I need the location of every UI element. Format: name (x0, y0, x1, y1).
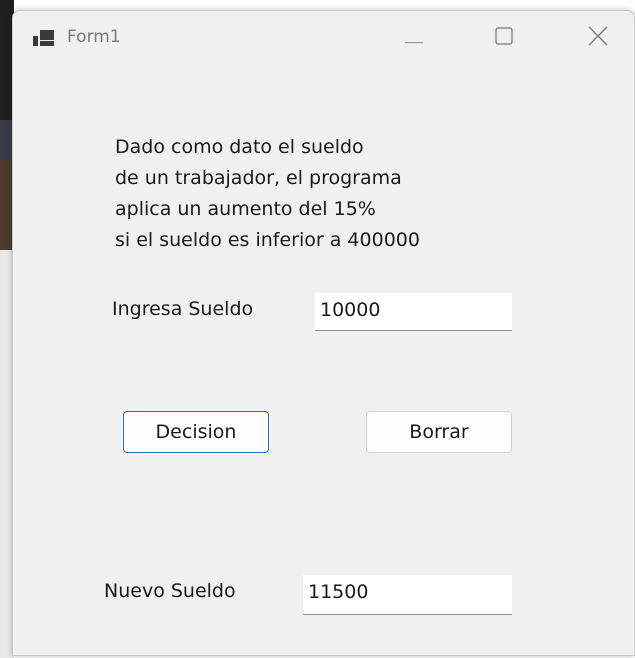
decision-button[interactable]: Decision (123, 411, 269, 453)
close-button[interactable] (575, 19, 621, 57)
winforms-app-icon (33, 30, 55, 46)
minimize-icon (405, 29, 423, 48)
nuevo-sueldo-output[interactable]: 11500 (303, 575, 512, 615)
title-bar[interactable]: Form1 (13, 11, 634, 65)
maximize-button[interactable] (481, 19, 527, 57)
sueldo-label: Ingresa Sueldo (112, 298, 254, 320)
maximize-icon (495, 27, 513, 49)
minimize-button[interactable] (391, 19, 437, 57)
description-label: Dado como dato el sueldo de un trabajado… (115, 136, 420, 251)
borrar-button[interactable]: Borrar (366, 411, 512, 453)
form-window: Form1 Dado como dato el sueldo de un tra… (12, 10, 635, 656)
close-icon (588, 26, 608, 50)
form-client-area: Dado como dato el sueldo de un trabajado… (13, 65, 634, 655)
nuevo-sueldo-label: Nuevo Sueldo (104, 580, 236, 602)
window-title: Form1 (67, 27, 121, 47)
sueldo-input[interactable]: 10000 (315, 293, 512, 331)
